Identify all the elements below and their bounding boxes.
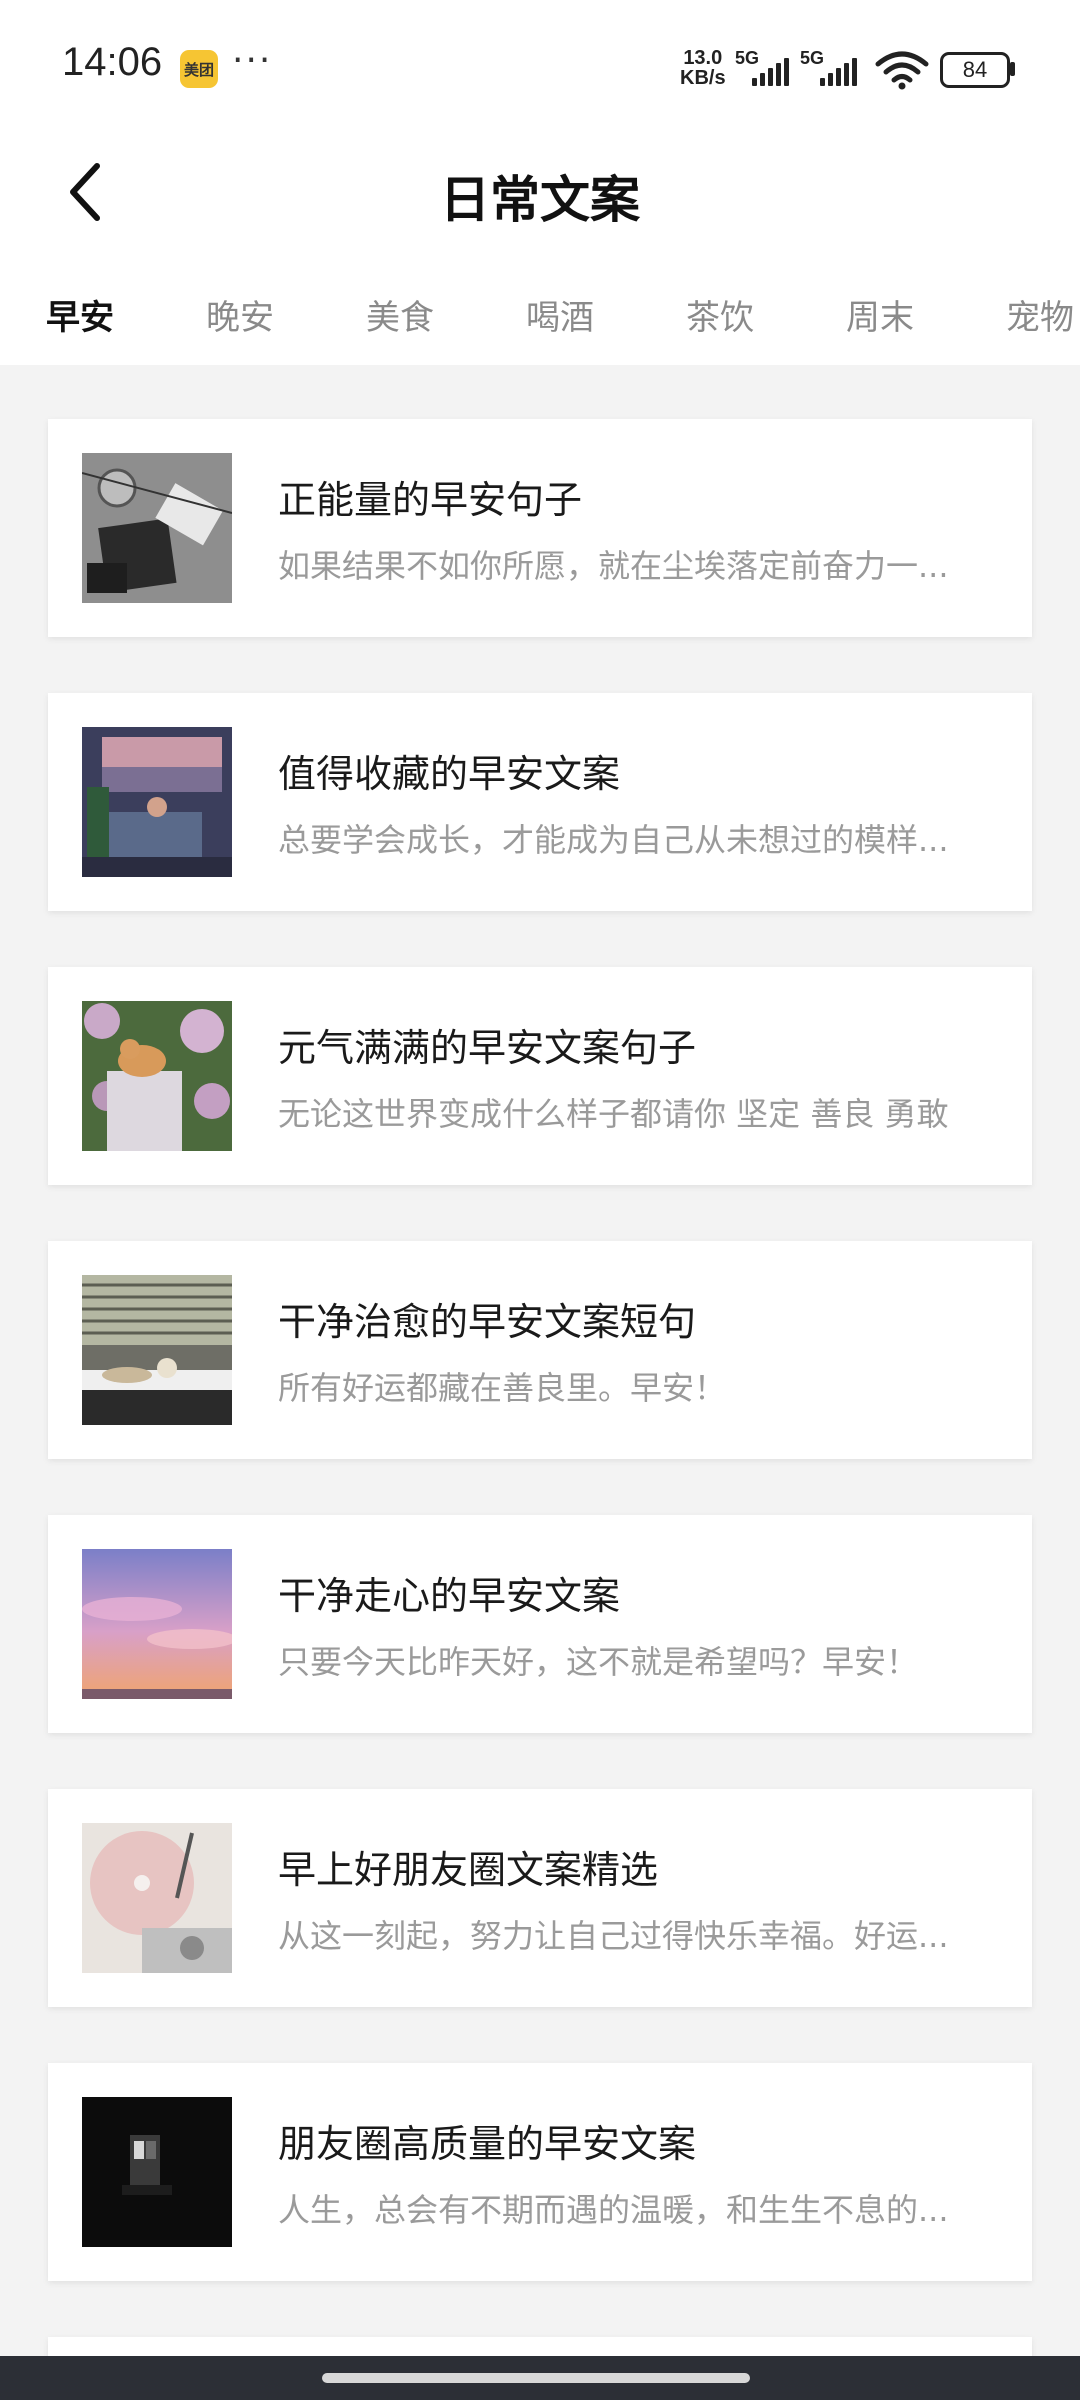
- meituan-app-icon: 美团: [180, 50, 218, 88]
- list-item[interactable]: 朋友圈高质量的早安文案 人生，总会有不期而遇的温暖，和生生不息的...: [48, 2063, 1032, 2281]
- thumbnail-image: [82, 1549, 232, 1699]
- card-description: 无论这世界变成什么样子都请你 坚定 善良 勇敢: [278, 1095, 949, 1133]
- card-title: 干净治愈的早安文案短句: [278, 1300, 697, 1344]
- tab-tea[interactable]: 茶饮: [686, 290, 754, 339]
- network-speed: 13.0 KB/s: [680, 48, 726, 88]
- tab-food[interactable]: 美食: [366, 290, 434, 339]
- thumbnail-image: [82, 453, 232, 603]
- card-title: 早上好朋友圈文案精选: [278, 1848, 659, 1892]
- card-description: 人生，总会有不期而遇的温暖，和生生不息的...: [278, 2191, 949, 2229]
- network-speed-value: 13.0: [683, 47, 723, 69]
- card-description: 从这一刻起，努力让自己过得快乐幸福。好运...: [278, 1917, 949, 1955]
- clock: 14:06: [62, 40, 163, 84]
- card-title: 正能量的早安句子: [278, 478, 583, 522]
- status-bar: 14:06 美团 ··· 13.0 KB/s 5G 5G 84: [0, 0, 1080, 130]
- signal-icon: [752, 58, 789, 86]
- list-item[interactable]: 干净治愈的早安文案短句 所有好运都藏在善良里。早安！: [48, 1241, 1032, 1459]
- card-title: 干净走心的早安文案: [278, 1574, 621, 1618]
- card-description: 总要学会成长，才能成为自己从未想过的模样...: [278, 821, 949, 859]
- list-item[interactable]: 元气满满的早安文案句子 无论这世界变成什么样子都请你 坚定 善良 勇敢: [48, 967, 1032, 1185]
- system-navigation-bar: [0, 2356, 1080, 2400]
- thumbnail-image: [82, 2097, 232, 2247]
- home-indicator[interactable]: [322, 2373, 750, 2383]
- list-item[interactable]: 值得收藏的早安文案 总要学会成长，才能成为自己从未想过的模样...: [48, 693, 1032, 911]
- tab-drinking[interactable]: 喝酒: [526, 290, 594, 339]
- tab-morning[interactable]: 早安: [46, 290, 114, 339]
- network-speed-unit: KB/s: [680, 67, 726, 89]
- tab-pets[interactable]: 宠物: [1006, 290, 1074, 339]
- card-description: 只要今天比昨天好，这不就是希望吗？早安！: [278, 1643, 919, 1681]
- wifi-icon: [875, 51, 929, 90]
- category-tabs: 早安 晚安 美食 喝酒 茶饮 周末 宠物: [0, 250, 1080, 365]
- header: 日常文案: [0, 130, 1080, 250]
- tab-night[interactable]: 晚安: [206, 290, 274, 339]
- card-title: 值得收藏的早安文案: [278, 752, 621, 796]
- list-item[interactable]: 干净走心的早安文案 只要今天比昨天好，这不就是希望吗？早安！: [48, 1515, 1032, 1733]
- list-item[interactable]: 早上好朋友圈文案精选 从这一刻起，努力让自己过得快乐幸福。好运...: [48, 1789, 1032, 2007]
- card-title: 朋友圈高质量的早安文案: [278, 2122, 697, 2166]
- thumbnail-image: [82, 727, 232, 877]
- card-title: 元气满满的早安文案句子: [278, 1026, 697, 1070]
- thumbnail-image: [82, 1823, 232, 1973]
- more-notifications-icon: ···: [232, 40, 273, 81]
- battery-icon: 84: [940, 52, 1010, 88]
- thumbnail-image: [82, 1001, 232, 1151]
- page-title: 日常文案: [440, 171, 640, 229]
- list-item[interactable]: 正能量的早安句子 如果结果不如你所愿，就在尘埃落定前奋力一...: [48, 419, 1032, 637]
- card-description: 所有好运都藏在善良里。早安！: [278, 1369, 727, 1407]
- signal-icon: [820, 58, 857, 86]
- card-description: 如果结果不如你所愿，就在尘埃落定前奋力一...: [278, 547, 949, 585]
- battery-cap: [1010, 62, 1015, 76]
- tab-weekend[interactable]: 周末: [846, 290, 914, 339]
- thumbnail-image: [82, 1275, 232, 1425]
